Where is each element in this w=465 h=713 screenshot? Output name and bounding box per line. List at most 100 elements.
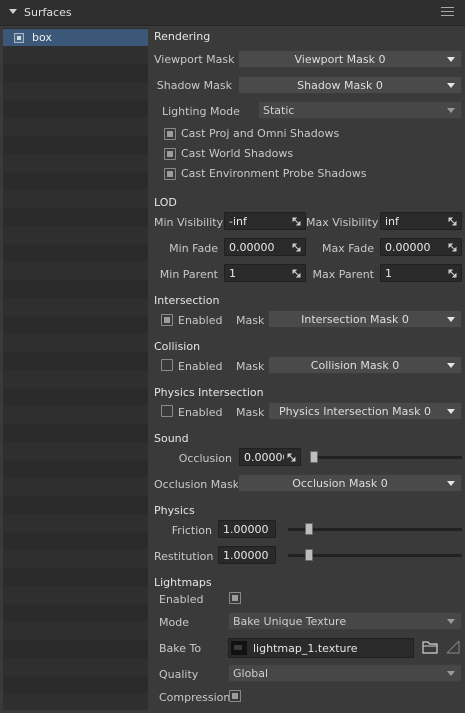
- list-item[interactable]: box: [3, 29, 148, 46]
- cast-env-probe-label: Cast Environment Probe Shadows: [181, 167, 367, 180]
- max-parent-label: Max Parent: [312, 268, 374, 281]
- bake-to-value: lightmap_1.texture: [253, 642, 358, 655]
- restitution-label: Restitution: [154, 550, 214, 563]
- physics-intersection-enabled-checkbox[interactable]: [161, 405, 173, 417]
- intersection-enabled-label: Enabled: [178, 314, 223, 327]
- collision-enabled-label: Enabled: [178, 360, 223, 373]
- chevron-down-icon: [447, 619, 455, 624]
- resize-arrows-icon: [292, 269, 301, 278]
- physics-intersection-enabled-label: Enabled: [178, 406, 223, 419]
- surface-name: box: [32, 31, 52, 44]
- section-lod: LOD: [154, 196, 177, 209]
- lightmaps-mode-dropdown[interactable]: Bake Unique Texture: [228, 612, 462, 630]
- resize-arrows-icon: [448, 217, 457, 226]
- max-visibility-field[interactable]: inf: [380, 212, 462, 230]
- bake-to-label: Bake To: [159, 642, 202, 655]
- shadow-mask-value: Shadow Mask 0: [297, 79, 383, 92]
- max-fade-value: 0.00000: [385, 241, 431, 254]
- physics-intersection-mask-label: Mask: [236, 406, 265, 419]
- intersection-mask-value: Intersection Mask 0: [301, 313, 409, 326]
- chevron-down-icon: [447, 409, 455, 414]
- resize-arrows-icon: [292, 243, 301, 252]
- section-sound: Sound: [154, 432, 189, 445]
- min-visibility-field[interactable]: -inf: [224, 212, 306, 230]
- viewport-mask-label: Viewport Mask: [154, 53, 235, 66]
- occlusion-field[interactable]: 0.00000: [239, 448, 301, 466]
- chevron-down-icon: [447, 108, 455, 113]
- friction-field[interactable]: 1.00000: [218, 520, 276, 538]
- lightmaps-enabled-label: Enabled: [159, 593, 204, 606]
- lighting-mode-value: Static: [263, 104, 295, 117]
- surface-list[interactable]: box: [3, 28, 148, 710]
- friction-slider-track[interactable]: [288, 528, 462, 531]
- occlusion-mask-dropdown[interactable]: Occlusion Mask 0: [238, 474, 462, 492]
- lightmaps-mode-value: Bake Unique Texture: [233, 615, 347, 628]
- collision-mask-value: Collision Mask 0: [310, 359, 400, 372]
- section-physics: Physics: [154, 504, 195, 517]
- lighting-mode-label: Lighting Mode: [162, 105, 240, 118]
- min-parent-field[interactable]: 1: [224, 264, 306, 282]
- max-visibility-value: inf: [385, 215, 399, 228]
- collision-mask-label: Mask: [236, 360, 265, 373]
- quality-value: Global: [233, 667, 269, 680]
- section-rendering: Rendering: [154, 30, 211, 43]
- restitution-slider-handle[interactable]: [305, 549, 313, 561]
- occlusion-slider-track[interactable]: [310, 456, 462, 459]
- compression-checkbox[interactable]: [229, 690, 241, 702]
- section-collision: Collision: [154, 340, 201, 353]
- max-visibility-label: Max Visibility: [306, 216, 379, 229]
- chevron-down-icon: [447, 83, 455, 88]
- lighting-mode-dropdown[interactable]: Static: [258, 101, 462, 119]
- quality-dropdown[interactable]: Global: [228, 664, 462, 682]
- occlusion-slider-handle[interactable]: [310, 451, 318, 463]
- restitution-slider-track[interactable]: [288, 554, 462, 557]
- occlusion-mask-label: Occlusion Mask: [154, 478, 240, 491]
- cast-proj-omni-label: Cast Proj and Omni Shadows: [181, 127, 340, 140]
- restitution-value: 1.00000: [223, 549, 269, 562]
- physics-intersection-mask-dropdown[interactable]: Physics Intersection Mask 0: [268, 402, 462, 420]
- lightmaps-enabled-checkbox[interactable]: [229, 592, 241, 604]
- texture-thumbnail: [231, 641, 247, 655]
- cast-world-label: Cast World Shadows: [181, 147, 294, 160]
- intersection-enabled-checkbox[interactable]: [161, 314, 173, 326]
- friction-label: Friction: [171, 524, 212, 537]
- max-fade-label: Max Fade: [321, 242, 374, 255]
- shadow-mask-dropdown[interactable]: Shadow Mask 0: [238, 76, 462, 94]
- chevron-down-icon: [447, 57, 455, 62]
- clear-texture-icon[interactable]: [446, 640, 460, 654]
- section-intersection: Intersection: [154, 294, 220, 307]
- friction-slider-handle[interactable]: [305, 523, 313, 535]
- max-parent-value: 1: [385, 267, 392, 280]
- min-fade-label: Min Fade: [169, 242, 218, 255]
- viewport-mask-dropdown[interactable]: Viewport Mask 0: [238, 50, 462, 68]
- surface-enabled-checkbox[interactable]: [14, 33, 24, 43]
- chevron-down-icon: [447, 481, 455, 486]
- hamburger-icon[interactable]: [441, 7, 454, 18]
- cast-world-checkbox[interactable]: [164, 148, 176, 160]
- chevron-down-icon: [447, 671, 455, 676]
- bake-to-texture-field[interactable]: lightmap_1.texture: [228, 638, 414, 658]
- collapse-arrow-icon[interactable]: [9, 9, 17, 14]
- viewport-mask-value: Viewport Mask 0: [294, 53, 386, 66]
- folder-icon[interactable]: [422, 640, 438, 654]
- cast-env-probe-checkbox[interactable]: [164, 168, 176, 180]
- min-fade-value: 0.00000: [229, 241, 275, 254]
- lightmaps-mode-label: Mode: [159, 616, 189, 629]
- max-parent-field[interactable]: 1: [380, 264, 462, 282]
- occlusion-label: Occlusion: [178, 452, 232, 465]
- occlusion-value: 0.00000: [244, 451, 284, 464]
- resize-arrows-icon: [292, 217, 301, 226]
- quality-label: Quality: [159, 668, 199, 681]
- collision-mask-dropdown[interactable]: Collision Mask 0: [268, 356, 462, 374]
- min-fade-field[interactable]: 0.00000: [224, 238, 306, 256]
- restitution-field[interactable]: 1.00000: [218, 546, 276, 564]
- min-visibility-label: Min Visibility: [154, 216, 224, 229]
- cast-proj-omni-checkbox[interactable]: [164, 128, 176, 140]
- resize-arrows-icon: [448, 243, 457, 252]
- collision-enabled-checkbox[interactable]: [161, 359, 173, 371]
- max-fade-field[interactable]: 0.00000: [380, 238, 462, 256]
- chevron-down-icon: [447, 363, 455, 368]
- intersection-mask-dropdown[interactable]: Intersection Mask 0: [268, 310, 462, 328]
- min-visibility-value: -inf: [229, 215, 247, 228]
- panel-header: Surfaces: [0, 0, 465, 26]
